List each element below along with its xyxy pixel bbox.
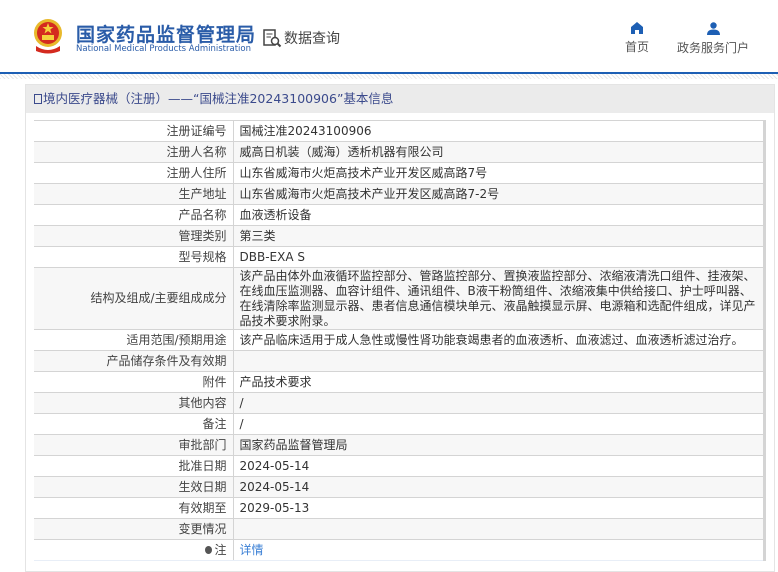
note-value: 详情	[233, 539, 765, 561]
details-link[interactable]: 详情	[240, 543, 264, 557]
row-value: 威高日机装（威海）透析机器有限公司	[233, 141, 765, 163]
row-label: 注册人住所	[34, 162, 234, 184]
table-row: 管理类别 第三类	[34, 225, 765, 247]
table-row: 备注 /	[34, 413, 765, 435]
row-label: 审批部门	[34, 434, 234, 456]
nav-portal-label: 政务服务门户	[677, 41, 750, 55]
row-label: 备注	[34, 413, 234, 435]
row-label: 产品名称	[34, 204, 234, 226]
table-row: 生产地址 山东省威海市火炬高技术产业开发区威高路7-2号	[34, 183, 765, 205]
site-logo-subtitle: National Medical Products Administration	[76, 44, 251, 54]
row-label: 注册证编号	[34, 120, 234, 142]
row-value: 该产品临床适用于成人急性或慢性肾功能衰竭患者的血液透析、血液滤过、血液透析滤过治…	[233, 329, 765, 351]
row-label: 生产地址	[34, 183, 234, 205]
panel-title: 境内医疗器械（注册）——“国械注准20243100906”基本信息	[43, 91, 394, 106]
row-value: 国家药品监督管理局	[233, 434, 765, 456]
row-value: 2029-05-13	[233, 497, 765, 519]
row-label: 批准日期	[34, 455, 234, 477]
row-value	[233, 518, 765, 540]
table-row: 生效日期 2024-05-14	[34, 476, 765, 498]
table-row: 注册人住所 山东省威海市火炬高技术产业开发区威高路7号	[34, 162, 765, 184]
row-label: 变更情况	[34, 518, 234, 540]
device-info-table: 注册证编号 国械注准20243100906 注册人名称 威高日机装（威海）透析机器有限…	[34, 120, 766, 561]
table-row: 有效期至 2029-05-13	[34, 497, 765, 519]
table-row: 结构及组成/主要组成成分 该产品由体外血液循环监控部分、管路监控部分、置换液监控部…	[34, 267, 765, 330]
table-row: 产品名称 血液透析设备	[34, 204, 765, 226]
row-label: 附件	[34, 371, 234, 393]
table-row: 注册人名称 威高日机装（威海）透析机器有限公司	[34, 141, 765, 163]
panel-header: 境内医疗器械（注册）——“国械注准20243100906”基本信息	[26, 85, 774, 113]
row-value: 山东省威海市火炬高技术产业开发区威高路7-2号	[233, 183, 765, 205]
row-label: 产品储存条件及有效期	[34, 350, 234, 372]
row-value: 第三类	[233, 225, 765, 247]
row-value: 该产品由体外血液循环监控部分、管路监控部分、置换液监控部分、浓缩液清洗口组件、挂…	[233, 267, 765, 330]
row-value: DBB-EXA S	[233, 246, 765, 268]
user-icon	[706, 22, 720, 35]
home-icon	[631, 22, 643, 34]
note-label-cell: 注	[34, 539, 234, 561]
document-search-icon	[263, 29, 282, 48]
table-row: 变更情况	[34, 518, 765, 540]
site-logo-title: 国家药品监督管理局	[76, 24, 257, 46]
row-label: 生效日期	[34, 476, 234, 498]
document-icon	[34, 94, 42, 104]
table-row: 附件 产品技术要求	[34, 371, 765, 393]
site-header: 国家药品监督管理局 National Medical Products Admi…	[0, 0, 778, 72]
table-row: 审批部门 国家药品监督管理局	[34, 434, 765, 456]
row-label: 结构及组成/主要组成成分	[34, 267, 234, 330]
pin-icon	[205, 545, 213, 554]
data-query-label: 数据查询	[284, 31, 340, 47]
row-value	[233, 350, 765, 372]
row-label: 型号规格	[34, 246, 234, 268]
header-stripe	[0, 74, 778, 79]
nav-home[interactable]: 首页	[625, 22, 649, 55]
table-row: 适用范围/预期用途 该产品临床适用于成人急性或慢性肾功能衰竭患者的血液透析、血液滤…	[34, 329, 765, 351]
table-row: 其他内容 /	[34, 392, 765, 414]
row-label: 注册人名称	[34, 141, 234, 163]
row-value: 血液透析设备	[233, 204, 765, 226]
row-value: 2024-05-14	[233, 476, 765, 498]
row-label: 适用范围/预期用途	[34, 329, 234, 351]
row-label: 有效期至	[34, 497, 234, 519]
row-value: 2024-05-14	[233, 455, 765, 477]
note-row: 注详情	[34, 539, 765, 561]
table-row: 注册证编号 国械注准20243100906	[34, 120, 765, 142]
row-value: /	[233, 392, 765, 414]
row-label: 其他内容	[34, 392, 234, 414]
row-value: 国械注准20243100906	[233, 120, 765, 142]
row-label: 管理类别	[34, 225, 234, 247]
row-value: 山东省威海市火炬高技术产业开发区威高路7号	[233, 162, 765, 184]
note-label: 注	[214, 542, 227, 557]
device-info-panel: 境内医疗器械（注册）——“国械注准20243100906”基本信息 注册证编号国…	[25, 84, 775, 572]
national-emblem-icon	[34, 19, 62, 54]
nav-home-label: 首页	[625, 40, 650, 54]
nav-government-portal[interactable]: 政务服务门户	[677, 22, 749, 56]
data-query-link[interactable]: 数据查询	[262, 28, 340, 48]
row-value: /	[233, 413, 765, 435]
table-row: 产品储存条件及有效期	[34, 350, 765, 372]
table-row: 批准日期 2024-05-14	[34, 455, 765, 477]
table-row: 型号规格 DBB-EXA S	[34, 246, 765, 268]
row-value: 产品技术要求	[233, 371, 765, 393]
